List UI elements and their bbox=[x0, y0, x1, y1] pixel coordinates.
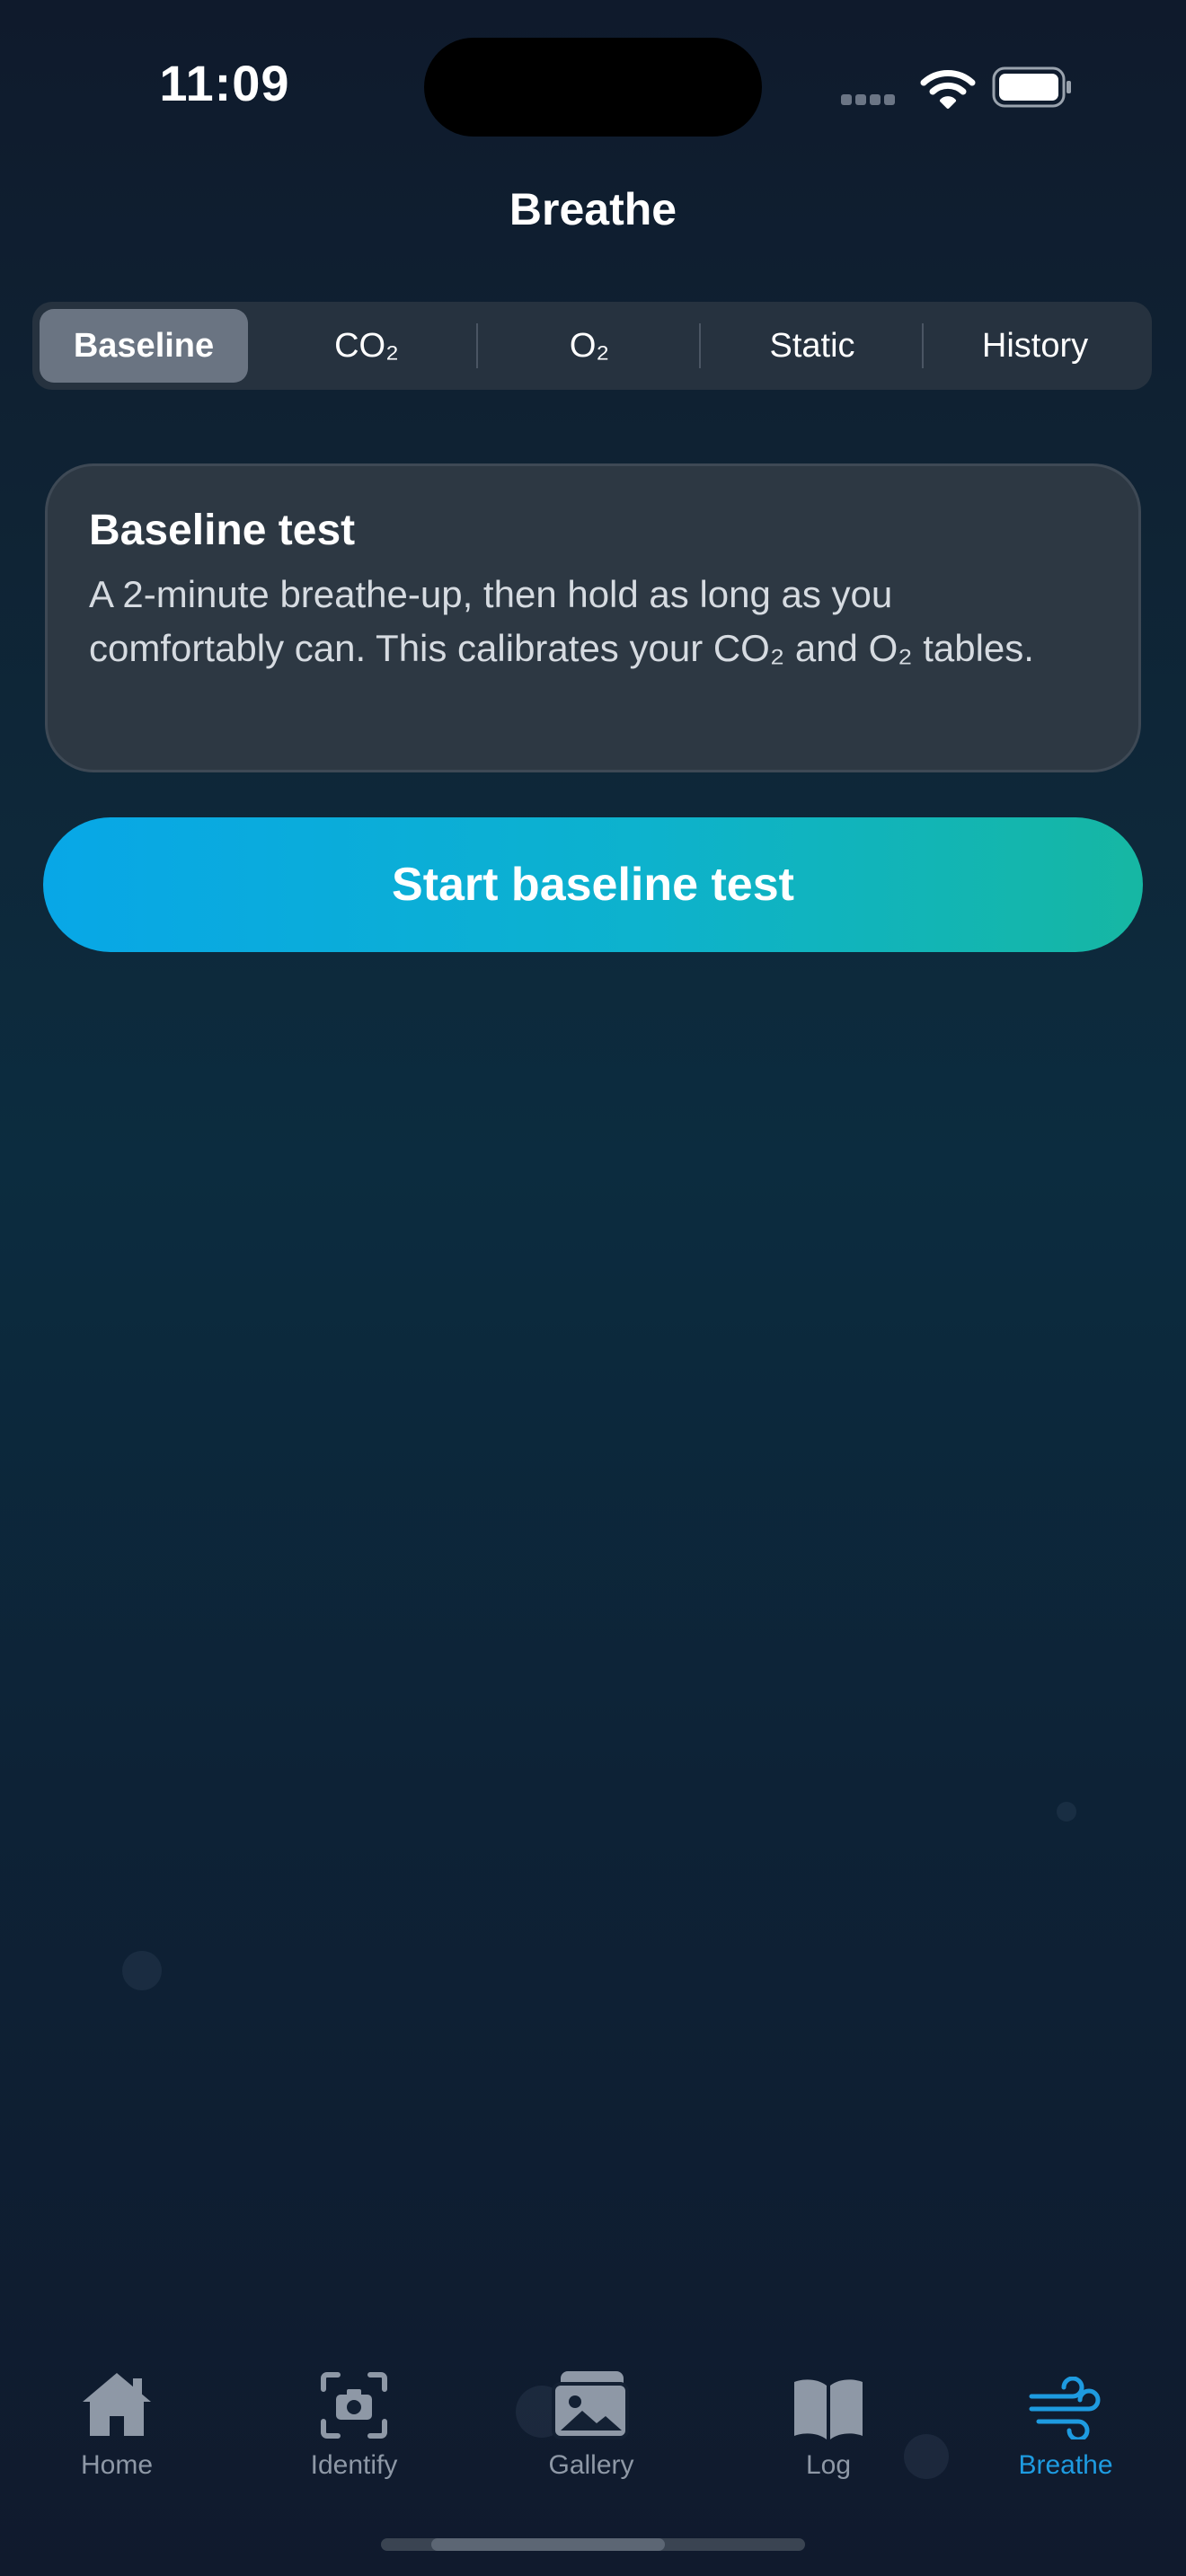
battery-icon bbox=[992, 66, 1071, 108]
cellular-signal-icon bbox=[841, 93, 900, 106]
page-title: Breathe bbox=[509, 184, 677, 234]
segment-o2[interactable]: O₂ bbox=[485, 309, 694, 383]
baseline-info-card: Baseline test A 2-minute breathe-up, the… bbox=[45, 463, 1141, 772]
tab-gallery[interactable]: Gallery bbox=[483, 2362, 699, 2481]
photos-icon bbox=[552, 2371, 629, 2439]
card-title: Baseline test bbox=[89, 507, 356, 554]
segment-divider bbox=[699, 323, 701, 368]
segment-static[interactable]: Static bbox=[708, 309, 916, 383]
decorative-bubble bbox=[1057, 1802, 1076, 1822]
segment-baseline[interactable]: Baseline bbox=[40, 309, 248, 383]
tab-label: Home bbox=[80, 2450, 154, 2480]
card-description: A 2-minute breathe-up, then hold as long… bbox=[89, 573, 1034, 669]
tab-identify[interactable]: Identify bbox=[246, 2362, 462, 2481]
segment-co2[interactable]: CO₂ bbox=[262, 309, 471, 383]
segment-divider bbox=[476, 323, 478, 368]
tab-label: Breathe bbox=[1018, 2450, 1113, 2480]
dynamic-island bbox=[424, 38, 762, 137]
home-indicator[interactable] bbox=[381, 2538, 805, 2551]
tab-label: Gallery bbox=[548, 2450, 634, 2480]
status-time: 11:09 bbox=[159, 55, 290, 111]
wifi-icon bbox=[920, 70, 976, 109]
tab-label: Identify bbox=[310, 2450, 398, 2480]
segment-history[interactable]: History bbox=[931, 309, 1139, 383]
wind-icon bbox=[1029, 2377, 1101, 2439]
tab-breathe[interactable]: Breathe bbox=[958, 2362, 1173, 2481]
tab-home[interactable]: Home bbox=[9, 2362, 225, 2481]
book-icon bbox=[794, 2379, 863, 2439]
start-baseline-test-button[interactable]: Start baseline test bbox=[43, 817, 1143, 952]
house-icon bbox=[83, 2373, 151, 2436]
tab-log[interactable]: Log bbox=[721, 2362, 936, 2481]
mode-segmented-control: Baseline CO₂ O₂ Static History bbox=[32, 302, 1152, 390]
tab-label: Log bbox=[805, 2450, 852, 2480]
camera-viewfinder-icon bbox=[321, 2372, 387, 2439]
decorative-bubble bbox=[122, 1951, 162, 1990]
segment-divider bbox=[922, 323, 924, 368]
